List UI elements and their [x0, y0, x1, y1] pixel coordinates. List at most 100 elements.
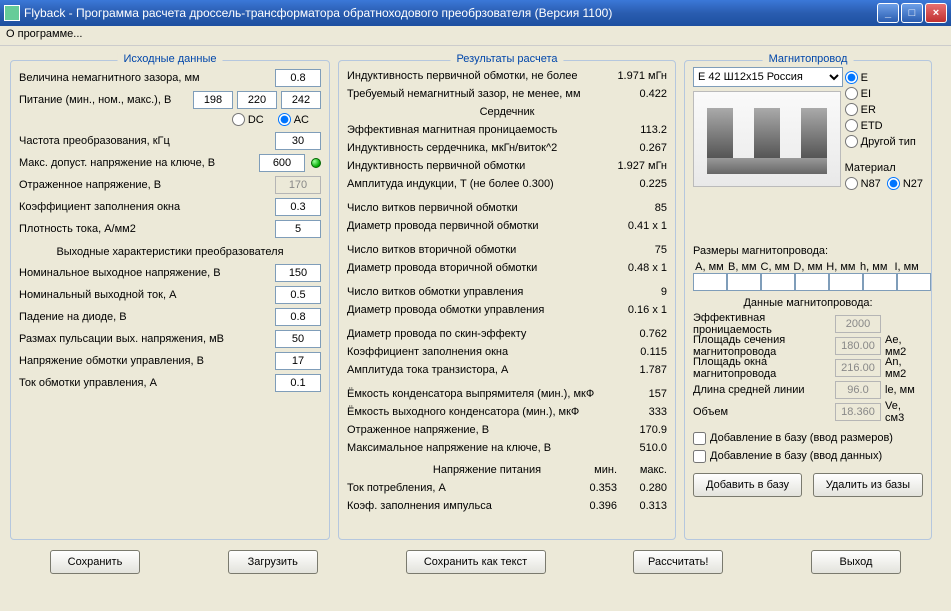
- dim-d-input[interactable]: [795, 273, 829, 291]
- res-lprim-max-label: Индуктивность первичной обмотки, не боле…: [347, 70, 607, 82]
- res-bmax-value: 0.225: [607, 178, 667, 190]
- ve-unit: Ve, см3: [881, 400, 923, 424]
- res-lprim-max-value: 1.971 мГн: [607, 70, 667, 82]
- supply-max-input[interactable]: [281, 91, 321, 109]
- add-to-db-button[interactable]: Добавить в базу: [693, 473, 802, 497]
- window-title: Flyback - Программа расчета дроссель-тра…: [24, 6, 877, 20]
- res-n2-label: Число витков вторичной обмотки: [347, 244, 607, 256]
- supply-min-input[interactable]: [193, 91, 233, 109]
- res-cout-label: Ёмкость выходного конденсатора (мин.), м…: [347, 406, 607, 418]
- material-n27[interactable]: N27: [887, 177, 923, 190]
- results-group: Результаты расчета Индуктивность первичн…: [338, 60, 676, 540]
- supply-nom-input[interactable]: [237, 91, 277, 109]
- ae-label: Площадь сечения магнитопровода: [693, 334, 835, 358]
- add-data-checkbox[interactable]: [693, 450, 706, 463]
- menu-about[interactable]: О программе...: [6, 28, 82, 40]
- le-label: Длина средней линии: [693, 384, 835, 396]
- res-d1-value: 0.41 x 1: [607, 220, 667, 232]
- dim-h1-input[interactable]: [829, 273, 863, 291]
- freq-input[interactable]: [275, 132, 321, 150]
- ripple-input[interactable]: [275, 330, 321, 348]
- add-data-label: Добавление в базу (ввод данных): [710, 450, 882, 462]
- coretype-other[interactable]: Другой тип: [845, 135, 923, 148]
- an-input: [835, 359, 881, 377]
- vds-ok-led: [311, 158, 321, 168]
- titlebar: Flyback - Программа расчета дроссель-тра…: [0, 0, 951, 26]
- ve-input: [835, 403, 881, 421]
- res-duty-max: 0.313: [617, 500, 667, 512]
- res-n2-value: 75: [607, 244, 667, 256]
- res-naux-label: Число витков обмотки управления: [347, 286, 607, 298]
- ripple-label: Размах пульсации вых. напряжения, мВ: [19, 333, 275, 345]
- res-d2-value: 0.48 x 1: [607, 262, 667, 274]
- ac-radio[interactable]: AC: [278, 113, 309, 126]
- perm-input: [835, 315, 881, 333]
- coretype-er[interactable]: ER: [845, 103, 923, 116]
- coretype-ei[interactable]: EI: [845, 87, 923, 100]
- dim-h2-input[interactable]: [863, 273, 897, 291]
- add-dims-label: Добавление в базу (ввод размеров): [710, 432, 893, 444]
- supply-label: Питание (мин., ном., макс.), В: [19, 94, 193, 106]
- supply-subheader: Напряжение питания: [347, 464, 567, 476]
- dim-i-input[interactable]: [897, 273, 931, 291]
- exit-button[interactable]: Выход: [811, 550, 901, 574]
- add-dims-checkbox[interactable]: [693, 432, 706, 445]
- res-daux-label: Диаметр провода обмотки управления: [347, 304, 607, 316]
- gap-input[interactable]: [275, 69, 321, 87]
- res-n1-label: Число витков первичной обмотки: [347, 202, 607, 214]
- save-button[interactable]: Сохранить: [50, 550, 140, 574]
- coretype-e[interactable]: E: [845, 71, 923, 84]
- res-bmax-label: Амплитуда индукции, Т (не более 0.300): [347, 178, 607, 190]
- res-gap-req-label: Требуемый немагнитный зазор, не менее, м…: [347, 88, 607, 100]
- output-chars-legend: Выходные характеристики преобразователя: [19, 246, 321, 258]
- coretype-etd[interactable]: ETD: [845, 119, 923, 132]
- iaux-label: Ток обмотки управления, А: [19, 377, 275, 389]
- perm-label: Эффективная проницаемость: [693, 312, 835, 336]
- j-label: Плотность тока, А/мм2: [19, 223, 275, 235]
- an-label: Площадь окна магнитопровода: [693, 356, 835, 380]
- res-vdsmax-label: Максимальное напряжение на ключе, В: [347, 442, 607, 454]
- res-mueff-label: Эффективная магнитная проницаемость: [347, 124, 607, 136]
- dim-b-input[interactable]: [727, 273, 761, 291]
- load-button[interactable]: Загрузить: [228, 550, 318, 574]
- save-as-text-button[interactable]: Сохранить как текст: [406, 550, 546, 574]
- delete-from-db-button[interactable]: Удалить из базы: [813, 473, 923, 497]
- vdiode-input[interactable]: [275, 308, 321, 326]
- col-min-header: мин.: [567, 464, 617, 476]
- calculate-button[interactable]: Рассчитать!: [633, 550, 723, 574]
- maximize-button[interactable]: □: [901, 3, 923, 23]
- vdiode-label: Падение на диоде, В: [19, 311, 275, 323]
- kfill-input[interactable]: [275, 198, 321, 216]
- iaux-input[interactable]: [275, 374, 321, 392]
- dc-radio[interactable]: DC: [232, 113, 264, 126]
- minimize-button[interactable]: _: [877, 3, 899, 23]
- res-vdsmax-value: 510.0: [607, 442, 667, 454]
- core-image: [693, 91, 841, 187]
- j-input[interactable]: [275, 220, 321, 238]
- close-button[interactable]: ×: [925, 3, 947, 23]
- vaux-input[interactable]: [275, 352, 321, 370]
- material-n87[interactable]: N87: [845, 177, 881, 190]
- iout-label: Номинальный выходной ток, А: [19, 289, 275, 301]
- res-naux-value: 9: [607, 286, 667, 298]
- core-legend: Магнитопровод: [763, 53, 854, 65]
- ae-input: [835, 337, 881, 355]
- res-dskin-value: 0.762: [607, 328, 667, 340]
- vor-input: [275, 176, 321, 194]
- core-group: Магнитопровод E 42 Ш12x15 Россия E EI ER…: [684, 60, 932, 540]
- kfill-label: Коэффициент заполнения окна: [19, 201, 275, 213]
- dim-a-input[interactable]: [693, 273, 727, 291]
- app-icon: [4, 5, 20, 21]
- core-select[interactable]: E 42 Ш12x15 Россия: [693, 67, 843, 87]
- input-data-legend: Исходные данные: [118, 53, 223, 65]
- res-gap-req-value: 0.422: [607, 88, 667, 100]
- res-ipk-label: Амплитуда тока транзистора, А: [347, 364, 607, 376]
- vor-label: Отраженное напряжение, В: [19, 179, 275, 191]
- res-iin-min: 0.353: [567, 482, 617, 494]
- res-lprim-value: 1.927 мГн: [607, 160, 667, 172]
- res-daux-value: 0.16 x 1: [607, 304, 667, 316]
- iout-input[interactable]: [275, 286, 321, 304]
- dim-c-input[interactable]: [761, 273, 795, 291]
- vout-input[interactable]: [275, 264, 321, 282]
- vds-input[interactable]: [259, 154, 305, 172]
